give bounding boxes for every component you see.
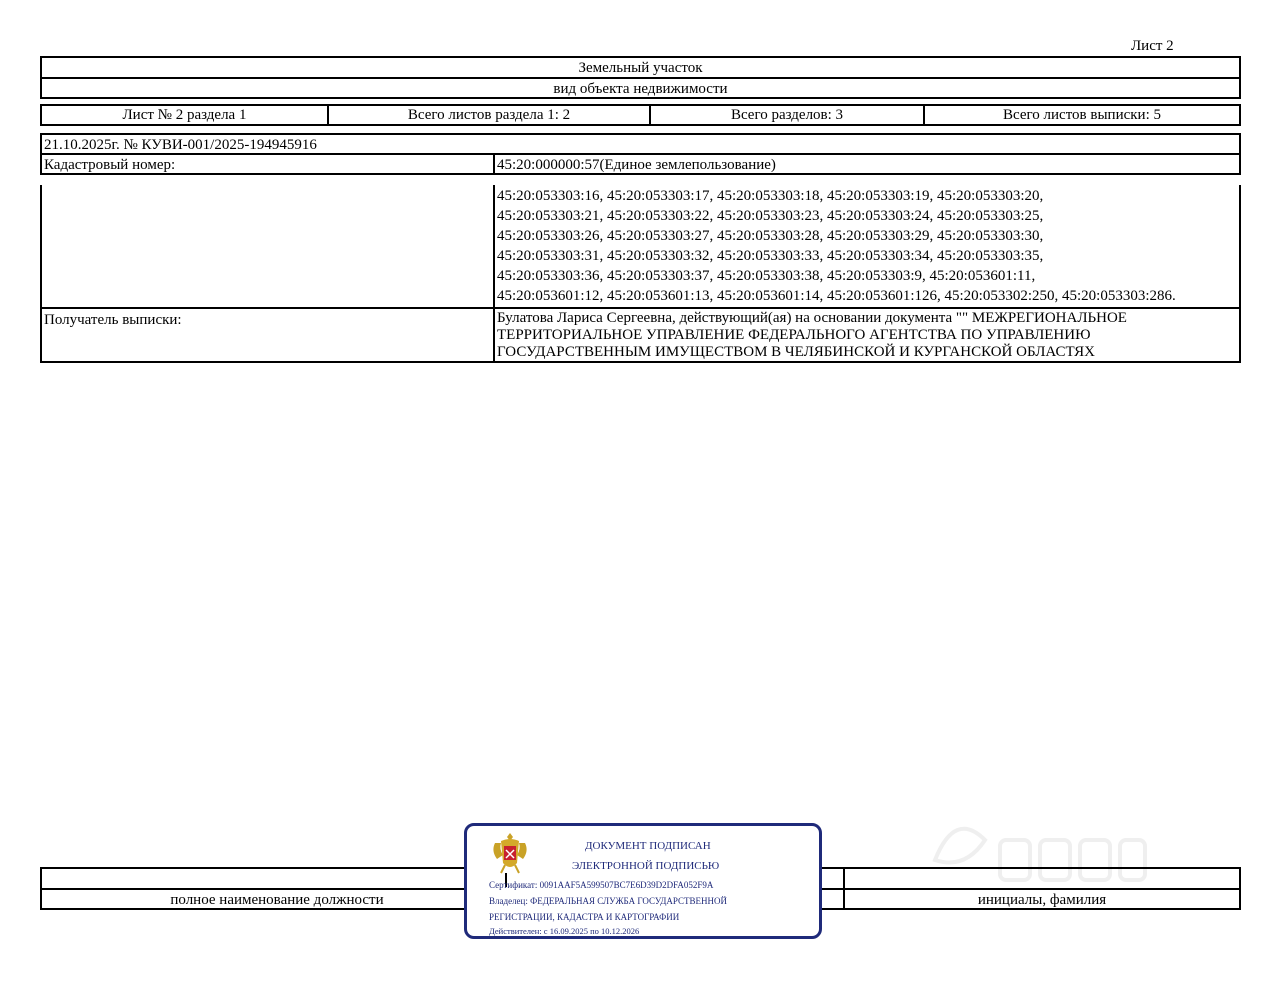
russian-coat-of-arms-icon [487,829,533,875]
cadastral-list-line: 45:20:053303:31, 45:20:053303:32, 45:20:… [497,248,1044,264]
sheet-of-section: Лист № 2 раздела 1 [122,106,247,123]
recipient-line: ГОСУДАРСТВЕННЫМ ИМУЩЕСТВОМ В ЧЕЛЯБИНСКОЙ… [497,344,1095,360]
recipient-label: Получатель выписки: [44,312,182,328]
total-sections: Всего разделов: 3 [730,106,844,123]
recipient-row: Получатель выписки: Булатова Лариса Серг… [40,307,1241,363]
stamp-owner-line-1: Владелец: ФЕДЕРАЛЬНАЯ СЛУЖБА ГОСУДАРСТВЕ… [489,896,728,906]
total-section-sheets: Всего листов раздела 1: 2 [407,106,571,123]
sheet-label: Лист 2 [1131,38,1174,54]
object-type-box: Земельный участок вид объекта недвижимос… [40,56,1241,99]
position-label: полное наименование должности [170,892,384,908]
electronic-signature-stamp: ДОКУМЕНТ ПОДПИСАН ЭЛЕКТРОННОЙ ПОДПИСЬЮ С… [464,823,822,939]
cadastral-number-value: 45:20:000000:57(Единое землепользование) [497,157,776,173]
section-info-row: Лист № 2 раздела 1 Всего листов раздела … [40,104,1241,126]
stamp-validity: Действителен: с 16.09.2025 по 10.12.2026 [489,926,640,936]
stamp-owner-line-2: РЕГИСТРАЦИИ, КАДАСТРА И КАРТОГРАФИИ [489,912,680,922]
recipient-line: ТЕРРИТОРИАЛЬНОЕ УПРАВЛЕНИЕ ФЕДЕРАЛЬНОГО … [497,327,1091,343]
recipient-line: Булатова Лариса Сергеевна, действующий(а… [497,310,1127,326]
document-date-number-row: 21.10.2025г. № КУВИ-001/2025-194945916 [40,133,1241,155]
document-date-number: 21.10.2025г. № КУВИ-001/2025-194945916 [44,137,317,153]
object-title: Земельный участок [578,60,703,76]
recipient-value: Булатова Лариса Сергеевна, действующий(а… [497,310,1127,361]
cadastral-list-line: 45:20:053303:16, 45:20:053303:17, 45:20:… [497,188,1044,204]
cadastral-list-line: 45:20:053303:26, 45:20:053303:27, 45:20:… [497,228,1044,244]
stamp-title: ДОКУМЕНТ ПОДПИСАН [585,840,711,852]
stamp-certificate: Сертификат: 0091AAF5A599507BC7E6D39D2DFA… [489,880,714,890]
name-label: инициалы, фамилия [977,892,1107,908]
cadastral-number-label: Кадастровый номер: [44,157,176,173]
cadastral-list-block: 45:20:053303:16, 45:20:053303:17, 45:20:… [40,185,1241,309]
cadastral-list: 45:20:053303:16, 45:20:053303:17, 45:20:… [497,186,1176,306]
stamp-subtitle: ЭЛЕКТРОННОЙ ПОДПИСЬЮ [572,860,720,872]
total-sheets: Всего листов выписки: 5 [1003,106,1161,123]
cadastral-list-line: 45:20:053303:36, 45:20:053303:37, 45:20:… [497,268,1036,284]
cadastral-list-line: 45:20:053303:21, 45:20:053303:22, 45:20:… [497,208,1044,224]
cadastral-list-line: 45:20:053601:12, 45:20:053601:13, 45:20:… [497,288,1176,304]
cadastral-number-row: Кадастровый номер: 45:20:000000:57(Едино… [40,153,1241,175]
object-subtitle: вид объекта недвижимости [553,81,728,97]
